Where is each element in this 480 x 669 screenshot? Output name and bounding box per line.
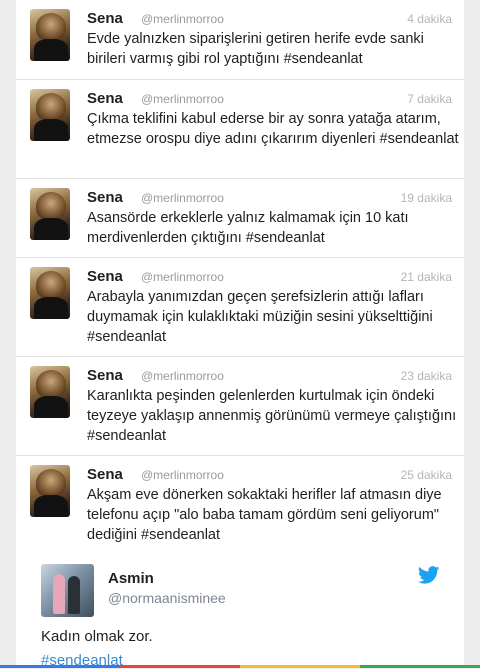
tweet-author-name[interactable]: Sena [87,189,123,206]
tweet-item[interactable]: Sena @merlinmorroo 25 dakika Akşam eve d… [16,456,464,553]
tweet-text: Asansörde erkeklerle yalnız kalmamak içi… [87,210,409,246]
tweet-timestamp: 21 dakika [400,270,452,284]
tweet-text: Arabayla yanımızdan geçen şerefsizlerin … [87,289,433,345]
tweet-timestamp: 19 dakika [400,191,452,205]
quote-text: Kadın olmak zor. [41,628,153,645]
avatar[interactable] [30,267,70,319]
tweet-author-name[interactable]: Sena [87,466,123,483]
tweet-author-name[interactable]: Sena [87,268,123,285]
tweet-author-handle[interactable]: @merlinmorroo [141,270,224,284]
tweet-timestamp: 25 dakika [400,468,452,482]
tweet-item[interactable]: Sena @merlinmorroo 4 dakika Evde yalnızk… [16,0,464,80]
tweet-timestamp: 23 dakika [400,369,452,383]
tweet-text: Karanlıkta peşinden gelenlerden kurtulma… [87,388,457,444]
tweet-author-handle[interactable]: @merlinmorroo [141,12,224,26]
quote-author-handle[interactable]: @normaanisminee [108,590,226,606]
quote-author-name[interactable]: Asmin [108,570,154,587]
tweet-author-handle[interactable]: @merlinmorroo [141,369,224,383]
tweet-text: Çıkma teklifini kabul ederse bir ay sonr… [87,111,459,147]
quoting-tweet-card[interactable]: Asmin @normaanisminee Kadın olmak zor. #… [16,553,464,669]
avatar[interactable] [30,465,70,517]
tweet-screenshot: Sena @merlinmorroo 4 dakika Evde yalnızk… [16,0,464,553]
tweet-timestamp: 7 dakika [407,92,452,106]
tweet-text: Evde yalnızken siparişlerini getiren her… [87,31,424,67]
tweet-author-name[interactable]: Sena [87,367,123,384]
tweet-author-handle[interactable]: @merlinmorroo [141,191,224,205]
tweet-author-handle[interactable]: @merlinmorroo [141,468,224,482]
tweet-author-name[interactable]: Sena [87,90,123,107]
tweet-text: Akşam eve dönerken sokaktaki herifler la… [87,487,442,543]
tweet-item[interactable]: Sena @merlinmorroo 23 dakika Karanlıkta … [16,357,464,456]
avatar[interactable] [30,89,70,141]
tweet-author-handle[interactable]: @merlinmorroo [141,92,224,106]
tweet-item[interactable]: Sena @merlinmorroo 19 dakika Asansörde e… [16,179,464,258]
avatar[interactable] [30,366,70,418]
twitter-bird-icon[interactable] [418,566,440,584]
tweet-author-name[interactable]: Sena [87,10,123,27]
tweet-item[interactable]: Sena @merlinmorroo 7 dakika Çıkma teklif… [16,80,464,179]
avatar[interactable] [30,188,70,240]
tweet-timestamp: 4 dakika [407,12,452,26]
tweet-item[interactable]: Sena @merlinmorroo 21 dakika Arabayla ya… [16,258,464,357]
avatar[interactable] [41,564,94,617]
avatar[interactable] [30,9,70,61]
